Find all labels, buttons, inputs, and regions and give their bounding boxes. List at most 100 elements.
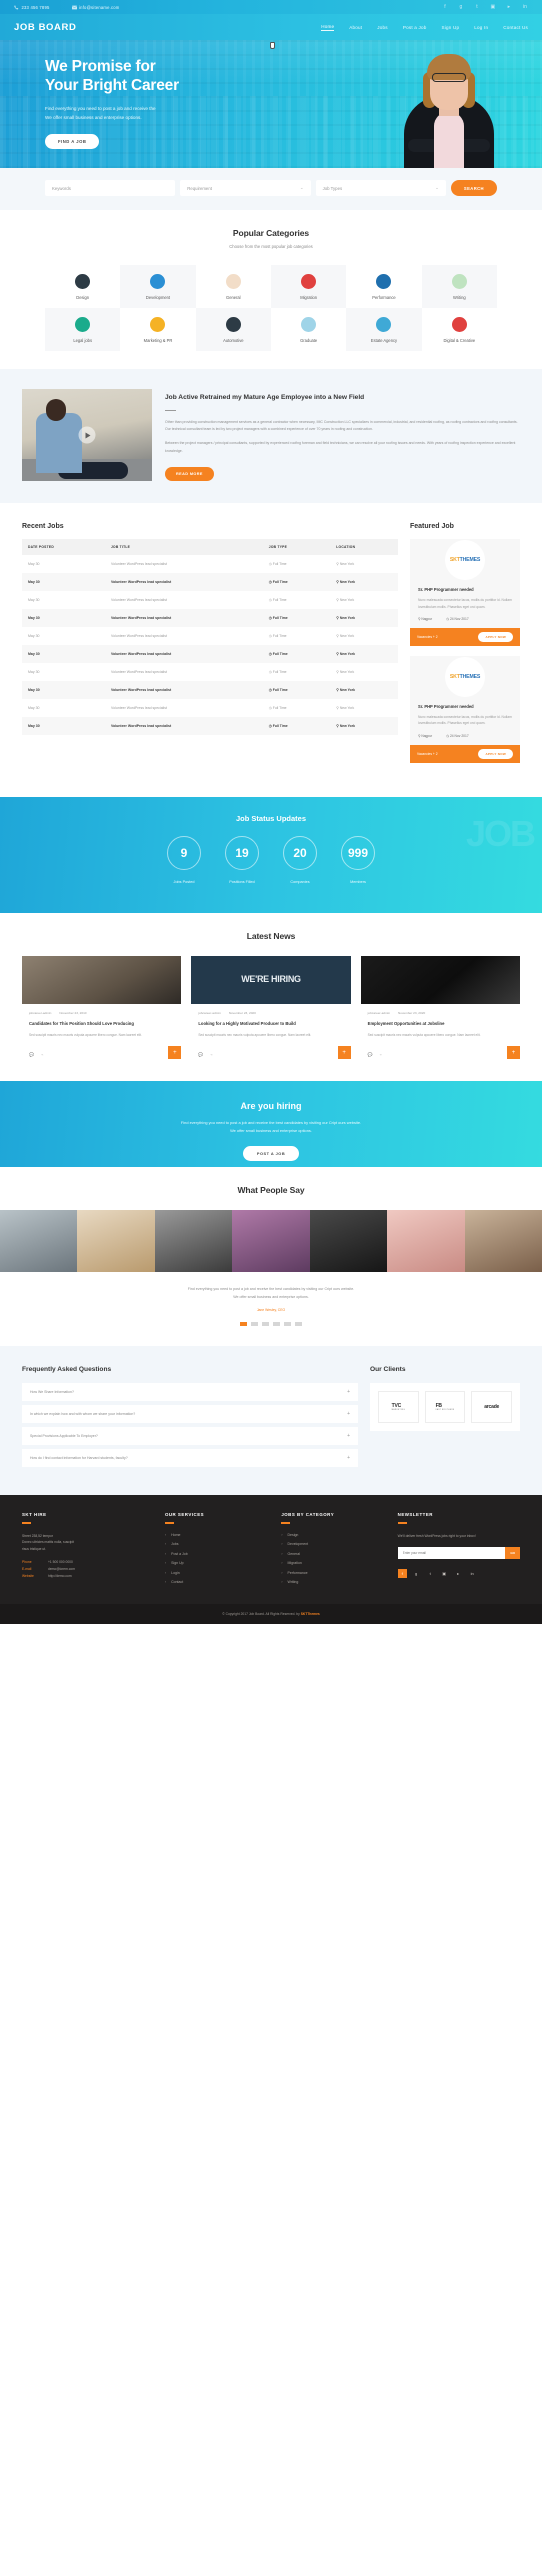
category-item[interactable]: Legal jobs (45, 308, 121, 351)
pagination-dot[interactable] (240, 1322, 247, 1327)
apply-now-button[interactable]: APPLY NOW (478, 748, 513, 759)
nav-item-home[interactable]: Home (321, 24, 335, 31)
category-item[interactable]: Graduate (271, 308, 346, 351)
avatar[interactable] (232, 1210, 310, 1273)
google-plus-icon[interactable]: g (412, 1569, 421, 1578)
footer-link[interactable]: › Migration (281, 1561, 387, 1565)
footer-link[interactable]: › Performance (281, 1571, 387, 1575)
plus-icon[interactable]: + (347, 1389, 350, 1395)
plus-icon[interactable]: + (347, 1433, 350, 1439)
table-row[interactable]: May 30 Volunteer WordPress lead specialis… (22, 645, 398, 664)
newsletter-email-input[interactable] (397, 1547, 506, 1560)
article-video-thumbnail[interactable] (22, 389, 152, 481)
apply-now-button[interactable]: APPLY NOW (478, 631, 513, 642)
linkedin-icon[interactable]: in (468, 1569, 477, 1578)
website-value[interactable]: http://demo.com (48, 1574, 72, 1578)
table-row[interactable]: May 30 Volunteer WordPress lead specialis… (22, 699, 398, 717)
table-row[interactable]: May 30 Volunteer WordPress lead specialis… (22, 627, 398, 645)
faq-item[interactable]: Special Provisions Applicable To Employe… (22, 1427, 358, 1446)
youtube-icon[interactable]: ▸ (454, 1569, 463, 1578)
table-row[interactable]: May 30 Volunteer WordPress lead specialis… (22, 717, 398, 736)
instagram-icon[interactable]: ▣ (490, 4, 496, 10)
nav-item-contact-us[interactable]: Contact Us (503, 25, 528, 30)
job-types-select[interactable]: Job Types ⌄ (315, 180, 446, 196)
facebook-icon[interactable]: f (442, 4, 448, 10)
category-item[interactable]: Development (120, 265, 196, 308)
featured-job-card[interactable]: SKTTHEMES Sr. PHP Programmer needed Nunc m… (410, 539, 520, 646)
newsletter-go-button[interactable]: GO (505, 1547, 520, 1560)
plus-icon[interactable]: + (347, 1455, 350, 1461)
footer-link[interactable]: › Sign Up (165, 1561, 271, 1565)
avatar[interactable] (0, 1210, 78, 1273)
comment-icon[interactable]: 💬 (368, 1052, 373, 1057)
news-card[interactable]: jobcareer-admin November 23, 2010 Candidat… (22, 955, 182, 1060)
footer-link[interactable]: › Contact (165, 1580, 271, 1584)
category-item[interactable]: Performance (346, 265, 421, 308)
twitter-icon[interactable]: t (474, 4, 480, 10)
news-card[interactable]: jobcareer-admin November 23, 2020 Employme… (360, 955, 520, 1060)
read-more-button[interactable]: READ MORE (165, 467, 214, 482)
table-row[interactable]: May 30 Volunteer WordPress lead specialis… (22, 609, 398, 628)
category-item[interactable]: Writing (421, 265, 497, 308)
avatar[interactable] (77, 1210, 155, 1273)
avatar[interactable] (464, 1210, 542, 1273)
pagination-dot[interactable] (251, 1322, 258, 1327)
plus-icon[interactable]: + (347, 1411, 350, 1417)
comment-icon[interactable]: 💬 (198, 1052, 203, 1057)
category-item[interactable]: Marketing & PR (120, 308, 195, 351)
footer-link[interactable]: › Design (281, 1533, 387, 1537)
table-row[interactable]: May 30 Volunteer WordPress lead specialis… (22, 555, 398, 573)
footer-link[interactable]: › Home (165, 1533, 271, 1537)
facebook-icon[interactable]: f (397, 1569, 407, 1579)
google-plus-icon[interactable]: g (458, 4, 464, 10)
find-a-job-button[interactable]: FIND A JOB (45, 133, 100, 149)
linkedin-icon[interactable]: in (522, 4, 528, 10)
table-row[interactable]: May 30 Volunteer WordPress lead specialis… (22, 591, 398, 609)
read-more-plus-button[interactable]: + (506, 1046, 520, 1060)
share-icon[interactable]: ⌁ (210, 1052, 212, 1057)
category-item[interactable]: General (196, 265, 271, 308)
pagination-dot[interactable] (273, 1322, 280, 1327)
faq-item[interactable]: How do I find contact information for Ha… (22, 1449, 358, 1468)
footer-link[interactable]: › Development (281, 1542, 387, 1546)
avatar[interactable] (309, 1210, 388, 1273)
read-more-plus-button[interactable]: + (337, 1046, 351, 1060)
keywords-input[interactable]: Keywords (45, 180, 176, 196)
instagram-icon[interactable]: ▣ (440, 1569, 449, 1578)
category-item[interactable]: Design (45, 265, 120, 308)
site-logo[interactable]: JOB BOARD (14, 22, 76, 33)
requirement-select[interactable]: Requirement ⌄ (180, 180, 311, 196)
read-more-plus-button[interactable]: + (168, 1046, 182, 1060)
nav-item-about[interactable]: About (349, 25, 362, 30)
twitter-icon[interactable]: t (426, 1569, 435, 1578)
search-button[interactable]: SEARCH (450, 180, 497, 196)
pagination-dot[interactable] (262, 1322, 269, 1327)
nav-item-sign-up[interactable]: Sign Up (442, 25, 460, 30)
comment-icon[interactable]: 💬 (29, 1052, 34, 1057)
nav-item-jobs[interactable]: Jobs (377, 25, 388, 30)
post-a-job-button[interactable]: POST A JOB (242, 1146, 300, 1162)
play-icon[interactable] (78, 426, 96, 444)
nav-item-log-in[interactable]: Log In (474, 25, 488, 30)
category-item[interactable]: Estate Agency (346, 308, 422, 351)
category-item[interactable]: Digital & Creative (422, 308, 497, 351)
footer-link[interactable]: › Login (165, 1571, 271, 1575)
table-row[interactable]: May 30 Volunteer WordPress lead specialis… (22, 573, 398, 592)
email-value[interactable]: demo@lorem.com (48, 1567, 75, 1571)
table-row[interactable]: May 30 Volunteer WordPress lead specialis… (22, 681, 398, 700)
faq-item[interactable]: In which we explain how and with whom we… (22, 1405, 358, 1424)
share-icon[interactable]: ⌁ (41, 1052, 43, 1057)
youtube-icon[interactable]: ▸ (506, 4, 512, 10)
table-row[interactable]: May 30 Volunteer WordPress lead specialis… (22, 663, 398, 681)
copyright-brand[interactable]: SKTThemes (301, 1612, 320, 1616)
pagination-dot[interactable] (284, 1322, 291, 1327)
footer-link[interactable]: › Writing (281, 1580, 387, 1584)
footer-link[interactable]: › Post a Job (165, 1552, 271, 1556)
category-item[interactable]: Automotive (195, 308, 271, 351)
category-item[interactable]: Migration (271, 265, 347, 308)
avatar[interactable] (387, 1210, 465, 1273)
avatar[interactable] (154, 1210, 233, 1273)
faq-item[interactable]: How We Share Information? + (22, 1383, 358, 1402)
featured-job-card[interactable]: SKTTHEMES Sr. PHP Programmer needed Nunc m… (410, 655, 520, 763)
nav-item-post-a-job[interactable]: Post a Job (403, 25, 427, 30)
